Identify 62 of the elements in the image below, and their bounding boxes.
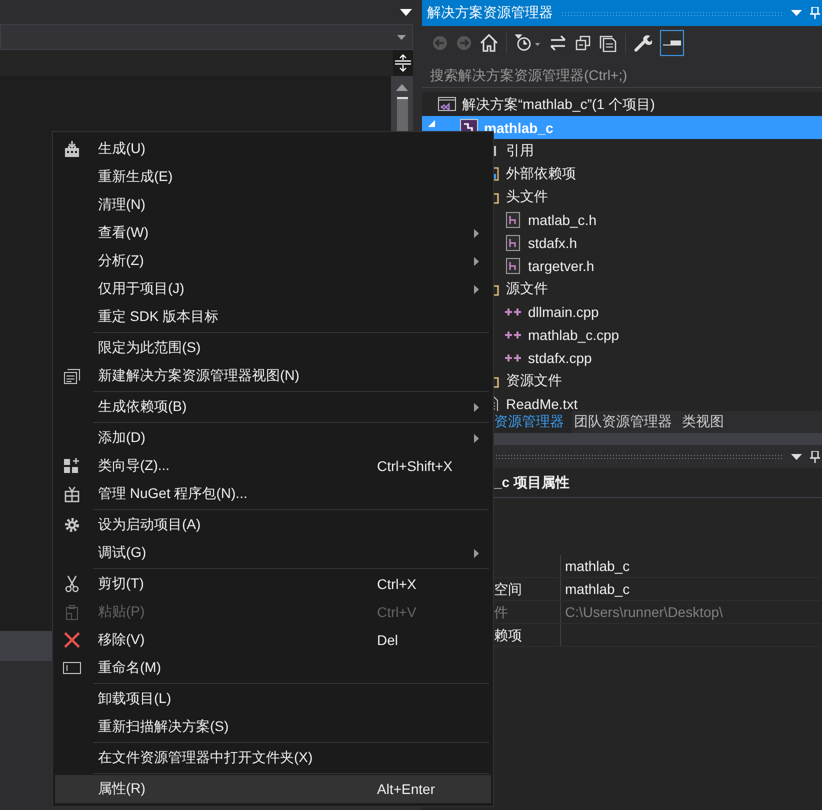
home-icon[interactable] — [480, 34, 498, 52]
build-icon — [63, 140, 81, 158]
settings-icon — [63, 516, 81, 534]
scissors-icon — [63, 575, 81, 593]
close-icon — [63, 631, 81, 649]
collapse-icon[interactable] — [575, 35, 591, 51]
class-wizard-icon — [63, 457, 81, 475]
menu-item[interactable]: 管理 NuGet 程序包(N)... — [55, 480, 491, 508]
menu-item[interactable]: 设为启动项目(A) — [55, 511, 491, 539]
cpp-file-icon — [504, 306, 522, 318]
dropdown-field[interactable] — [0, 24, 413, 50]
header-file-icon — [506, 234, 520, 250]
menu-item[interactable]: 移除(V) Del — [55, 626, 491, 654]
show-all-files-icon[interactable] — [599, 34, 617, 52]
submenu-arrow-icon — [474, 402, 479, 412]
sync-arrows-icon[interactable] — [549, 35, 567, 51]
menu-item[interactable]: 在文件资源管理器中打开文件夹(X) — [55, 744, 491, 772]
menu-item[interactable]: 仅用于项目(J) — [55, 275, 491, 303]
properties-heading: _c 项目属性 — [494, 474, 570, 492]
property-value[interactable]: mathlab_c — [560, 555, 822, 577]
property-value[interactable]: mathlab_c — [560, 578, 822, 600]
submenu-arrow-icon — [474, 256, 479, 266]
menu-item[interactable]: 类向导(Z)... Ctrl+Shift+X — [55, 452, 491, 480]
tree-item[interactable]: 解决方案“mathlab_c”(1 个项目) — [422, 93, 822, 116]
gift-icon — [63, 485, 81, 503]
property-name: 空间 — [493, 580, 523, 599]
menu-item[interactable]: 添加(D) — [55, 424, 491, 452]
menu-item[interactable]: 调试(G) — [55, 539, 491, 567]
submenu-arrow-icon — [474, 434, 479, 442]
preview-toggle[interactable] — [660, 30, 684, 56]
submenu-arrow-icon — [474, 228, 479, 238]
clipboard-icon — [63, 603, 81, 621]
wrench-icon[interactable] — [634, 34, 652, 52]
window-icon — [63, 367, 81, 385]
header-file-icon — [506, 258, 520, 274]
menu-item[interactable]: 重新扫描解决方案(S) — [55, 713, 491, 741]
scroll-up-icon[interactable] — [396, 84, 408, 91]
preview-icon — [663, 39, 681, 47]
dropdown-arrow-icon[interactable] — [791, 454, 802, 460]
menu-item[interactable]: 重新生成(E) — [55, 163, 491, 191]
submenu-arrow-icon — [474, 548, 479, 558]
menu-item[interactable]: 属性(R) Alt+Enter — [55, 775, 491, 803]
splitter-icon[interactable] — [393, 50, 413, 76]
menu-item[interactable]: 重命名(M) — [55, 654, 491, 682]
cpp-file-icon — [504, 352, 522, 364]
pin-icon[interactable] — [810, 450, 820, 462]
history-clock-icon[interactable] — [515, 34, 541, 52]
property-name: 件 — [493, 603, 509, 622]
menu-item[interactable]: 卸载项目(L) — [55, 685, 491, 713]
solution-icon — [438, 96, 456, 112]
menu-item[interactable]: 剪切(T) Ctrl+X — [55, 570, 491, 598]
panel-tab[interactable]: 资源管理器 — [492, 411, 572, 433]
menu-item[interactable]: 生成依赖项(B) — [55, 393, 491, 421]
panel-title: 解决方案资源管理器 — [427, 4, 553, 22]
submenu-arrow-icon — [474, 284, 479, 294]
dropdown-arrow-icon — [397, 34, 406, 40]
cpp-file-icon — [504, 328, 522, 340]
rename-icon — [63, 661, 81, 675]
header-file-icon — [506, 212, 520, 228]
expander-icon[interactable] — [428, 120, 436, 128]
dropdown-arrow-icon[interactable] — [400, 8, 412, 16]
property-name: 赖项 — [493, 626, 523, 645]
